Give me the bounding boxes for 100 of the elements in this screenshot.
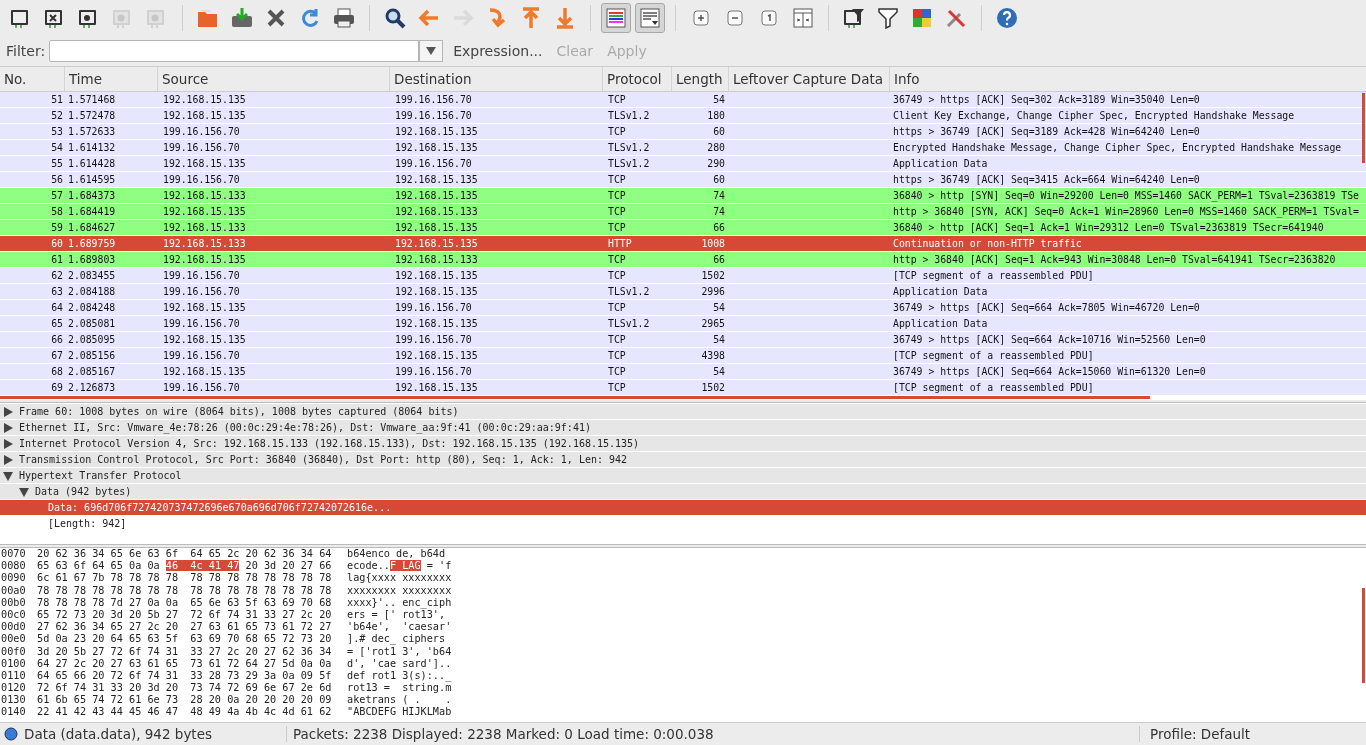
table-cell-text: 199.16.156.70 bbox=[162, 381, 241, 395]
table-cell-text: 36840 > http [SYN] Seq=0 Win=29200 Len=0 MSS=1460 SACK_PERM=1 TSval=2363819 TSe bbox=[892, 189, 1360, 203]
column-header[interactable]: Leftover Capture Data bbox=[729, 67, 890, 91]
packet-row[interactable]: 52 1.572478 192.168.15.135 199.16.156.70 TLSv1.2 180 Client Key Exchange, Change Cipher Spec, Encrypted Handshake Message bbox=[0, 108, 1366, 124]
packet-row[interactable]: 54 1.614132 199.16.156.70 192.168.15.135 TLSv1.2 280 Encrypted Handshake Message, Change Cipher Spec, Encrypted Handshake Message bbox=[0, 140, 1366, 156]
color-lines-button[interactable] bbox=[601, 3, 631, 33]
filter-icon bbox=[876, 6, 900, 30]
table-cell-text: Encrypted Handshake Message, Change Cipher Spec, Encrypted Handshake Message bbox=[892, 141, 1343, 155]
table-cell-text: TLSv1.2 bbox=[607, 141, 651, 155]
list-scroll-button[interactable] bbox=[635, 3, 665, 33]
ascii-text: xxxxxxxx xxxxxxxx bbox=[347, 584, 452, 596]
ascii-text: aketrans ( . . bbox=[347, 694, 452, 706]
packet-row[interactable]: 58 1.684419 192.168.15.135 192.168.15.133 TCP 74 http > 36840 [SYN, ACK] Seq=0 Ack=1 Win=28960 Len=0 MSS=1460 SACK_PERM=1 TSval= bbox=[0, 204, 1366, 220]
table-cell-text: 199.16.156.70 bbox=[394, 157, 473, 171]
table-cell-text: Application Data bbox=[892, 157, 989, 171]
expand-triangle-icon[interactable] bbox=[2, 405, 14, 418]
tree-item[interactable]: Transmission Control Protocol, Src Port: 36840 (36840), Dst Port: http (80), Seq: 1, Ack: 1, Len: 942 bbox=[0, 452, 1366, 467]
packet-row[interactable]: 69 2.126873 199.16.156.70 192.168.15.135 TCP 1502 [TCP segment of a reassembled PDU] bbox=[0, 380, 1366, 396]
column-header[interactable]: Source bbox=[158, 67, 390, 91]
table-cell-text: http > 36840 [SYN, ACK] Seq=0 Ack=1 Win=28960 Len=0 MSS=1460 SACK_PERM=1 TSval= bbox=[892, 205, 1360, 219]
dropdown-button[interactable] bbox=[419, 40, 444, 62]
table-cell-text: 290 bbox=[706, 157, 726, 171]
column-header[interactable]: Info bbox=[890, 67, 1366, 91]
packet-row[interactable]: 53 1.572633 199.16.156.70 192.168.15.135 TCP 60 https > 36749 [ACK] Seq=3189 Ack=428 Win=64240 Len=0 bbox=[0, 124, 1366, 140]
table-cell-text: 2965 bbox=[700, 317, 726, 331]
packet-row[interactable]: 55 1.614428 192.168.15.135 199.16.156.70 TLSv1.2 290 Application Data bbox=[0, 156, 1366, 172]
packet-row[interactable]: 66 2.085095 192.168.15.135 199.16.156.70 TCP 54 36749 > https [ACK] Seq=664 Ack=10716 Win=52560 Len=0 bbox=[0, 332, 1366, 348]
table-cell-text: [TCP segment of a reassembled PDU] bbox=[892, 269, 1095, 283]
table-cell-text: 65 bbox=[50, 317, 64, 331]
collapse-triangle-icon[interactable] bbox=[2, 469, 14, 482]
packet-row[interactable]: 59 1.684627 192.168.15.133 192.168.15.135 TCP 66 36840 > http [ACK] Seq=1 Ack=1 Win=29312 Len=0 TSval=2363819 TSecr=641940 bbox=[0, 220, 1366, 236]
table-cell-text: 1008 bbox=[700, 237, 726, 251]
column-header[interactable]: Length bbox=[672, 67, 729, 91]
save-icon bbox=[230, 6, 254, 30]
packet-row[interactable]: 62 2.083455 199.16.156.70 192.168.15.135 TCP 1502 [TCP segment of a reassembled PDU] bbox=[0, 268, 1366, 284]
table-cell-text: 192.168.15.133 bbox=[162, 237, 247, 251]
table-cell-text: 280 bbox=[706, 141, 726, 155]
table-cell-text: 1.684419 bbox=[67, 205, 117, 219]
table-cell-text: 2.085081 bbox=[67, 317, 117, 331]
expand-triangle-icon[interactable] bbox=[2, 437, 14, 450]
hex-bytes: 78 78 78 78 78 78 78 78 78 78 78 78 78 78 78 78 bbox=[37, 584, 332, 596]
table-cell-text: [TCP segment of a reassembled PDU] bbox=[892, 349, 1095, 363]
table-cell-text: 192.168.15.135 bbox=[162, 205, 247, 219]
table-cell-text: Client Key Exchange, Change Cipher Spec, Encrypted Handshake Message bbox=[892, 109, 1296, 123]
column-header[interactable]: Protocol bbox=[603, 67, 672, 91]
table-cell-text: 192.168.15.135 bbox=[394, 237, 479, 251]
table-cell-text: 192.168.15.135 bbox=[162, 109, 247, 123]
tree-item[interactable]: Frame 60: 1008 bytes on wire (8064 bits), 1008 bytes captured (8064 bits) bbox=[0, 404, 1366, 419]
scrollbar[interactable] bbox=[1362, 588, 1365, 683]
profile-label[interactable]: Profile: Default bbox=[1139, 726, 1366, 742]
tree-item[interactable]: Internet Protocol Version 4, Src: 192.168.15.133 (192.168.15.133), Dst: 192.168.15.135 (192.168.15.135) bbox=[0, 436, 1366, 451]
table-cell-text: 66 bbox=[712, 253, 726, 267]
filter-field[interactable] bbox=[49, 40, 420, 62]
table-cell-text: 199.16.156.70 bbox=[162, 269, 241, 283]
expand-triangle-icon[interactable] bbox=[2, 453, 14, 466]
table-cell-text: TCP bbox=[607, 173, 627, 187]
packet-row[interactable]: 57 1.684373 192.168.15.133 192.168.15.135 TCP 74 36840 > http [SYN] Seq=0 Win=29200 Len=0 MSS=1460 SACK_PERM=1 TSval=2363819 TSe bbox=[0, 188, 1366, 204]
tree-item[interactable]: Ethernet II, Src: Vmware_4e:78:26 (00:0c:29:4e:78:26), Dst: Vmware_aa:9f:41 (00:0c:29:aa:9f:41) bbox=[0, 420, 1366, 435]
collapse-triangle-icon[interactable] bbox=[18, 485, 30, 498]
table-cell-text: 192.168.15.135 bbox=[394, 141, 479, 155]
ascii-text: def rot1 3(s):.._ bbox=[347, 669, 452, 681]
table-cell-text: 199.16.156.70 bbox=[162, 141, 241, 155]
table-cell-text: 56 bbox=[50, 173, 64, 187]
table-cell-text: 53 bbox=[50, 125, 64, 139]
table-cell-text: 63 bbox=[50, 285, 64, 299]
expression-button[interactable]: Expression... bbox=[449, 43, 547, 59]
table-cell-text: 55 bbox=[50, 157, 64, 171]
table-cell-text: TCP bbox=[607, 269, 627, 283]
packet-row[interactable]: 67 2.085156 199.16.156.70 192.168.15.135 TCP 4398 [TCP segment of a reassembled PDU] bbox=[0, 348, 1366, 364]
packet-row[interactable]: 64 2.084248 192.168.15.135 199.16.156.70 TCP 54 36749 > https [ACK] Seq=664 Ack=7805 Win=46720 Len=0 bbox=[0, 300, 1366, 316]
packet-row[interactable]: 61 1.689803 192.168.15.135 192.168.15.133 TCP 66 http > 36840 [ACK] Seq=1 Ack=943 Win=30848 Len=0 TSval=641941 TSecr=2363820 bbox=[0, 252, 1366, 268]
packet-row[interactable]: 51 1.571468 192.168.15.135 199.16.156.70 TCP 54 36749 > https [ACK] Seq=302 Ack=3189 Win=35040 Len=0 bbox=[0, 92, 1366, 108]
scrollbar[interactable] bbox=[1362, 93, 1365, 163]
byte-offset: 00f0 bbox=[0, 645, 27, 658]
table-cell-text: 36749 > https [ACK] Seq=664 Ack=7805 Win=46720 Len=0 bbox=[892, 301, 1201, 315]
packet-row[interactable]: 56 1.614595 199.16.156.70 192.168.15.135 TCP 60 https > 36749 [ACK] Seq=3415 Ack=664 Win=64240 Len=0 bbox=[0, 172, 1366, 188]
table-cell-text: 64 bbox=[50, 301, 64, 315]
scrollbar[interactable] bbox=[0, 396, 1150, 399]
ascii-text: rot13 = string.m bbox=[347, 682, 452, 694]
table-cell-text: TCP bbox=[607, 93, 627, 107]
hex-bytes: 5d 0a 23 20 64 65 63 5f 63 69 70 68 65 72 73 20 bbox=[37, 633, 332, 645]
hex-bytes: 20 62 36 34 65 6e 63 6f 64 65 2c 20 62 36 34 64 bbox=[37, 548, 332, 559]
column-header[interactable]: No. bbox=[0, 67, 65, 91]
table-cell-text: 192.168.15.135 bbox=[394, 349, 479, 363]
column-header[interactable]: Time bbox=[65, 67, 158, 91]
packet-row[interactable]: 63 2.084188 199.16.156.70 192.168.15.135 TLSv1.2 2996 Application Data bbox=[0, 284, 1366, 300]
packet-row[interactable]: 68 2.085167 192.168.15.135 199.16.156.70 TCP 54 36749 > https [ACK] Seq=664 Ack=15060 Win=61320 Len=0 bbox=[0, 364, 1366, 380]
table-cell-text: 192.168.15.135 bbox=[162, 253, 247, 267]
packet-row[interactable]: 60 1.689759 192.168.15.133 192.168.15.135 HTTP 1008 Continuation or non-HTTP traffic bbox=[0, 236, 1366, 252]
table-cell-text: 36749 > https [ACK] Seq=664 Ack=15060 Win=61320 Len=0 bbox=[892, 365, 1207, 379]
tree-item[interactable]: Data: 696d706f727420737472696e670a696d706f72742072616e... bbox=[0, 500, 1366, 515]
tree-item[interactable]: Hypertext Transfer Protocol bbox=[0, 468, 1366, 483]
table-cell-text: TCP bbox=[607, 221, 627, 235]
byte-offset: 00e0 bbox=[0, 633, 27, 646]
tree-item[interactable]: Data (942 bytes) bbox=[0, 484, 1366, 499]
expand-triangle-icon[interactable] bbox=[2, 421, 14, 434]
table-cell-text: 36749 > https [ACK] Seq=664 Ack=10716 Win=52560 Len=0 bbox=[892, 333, 1207, 347]
tree-item[interactable]: [Length: 942] bbox=[0, 516, 1366, 531]
column-header[interactable]: Destination bbox=[390, 67, 603, 91]
packet-row[interactable]: 65 2.085081 199.16.156.70 192.168.15.135 TLSv1.2 2965 Application Data bbox=[0, 316, 1366, 332]
